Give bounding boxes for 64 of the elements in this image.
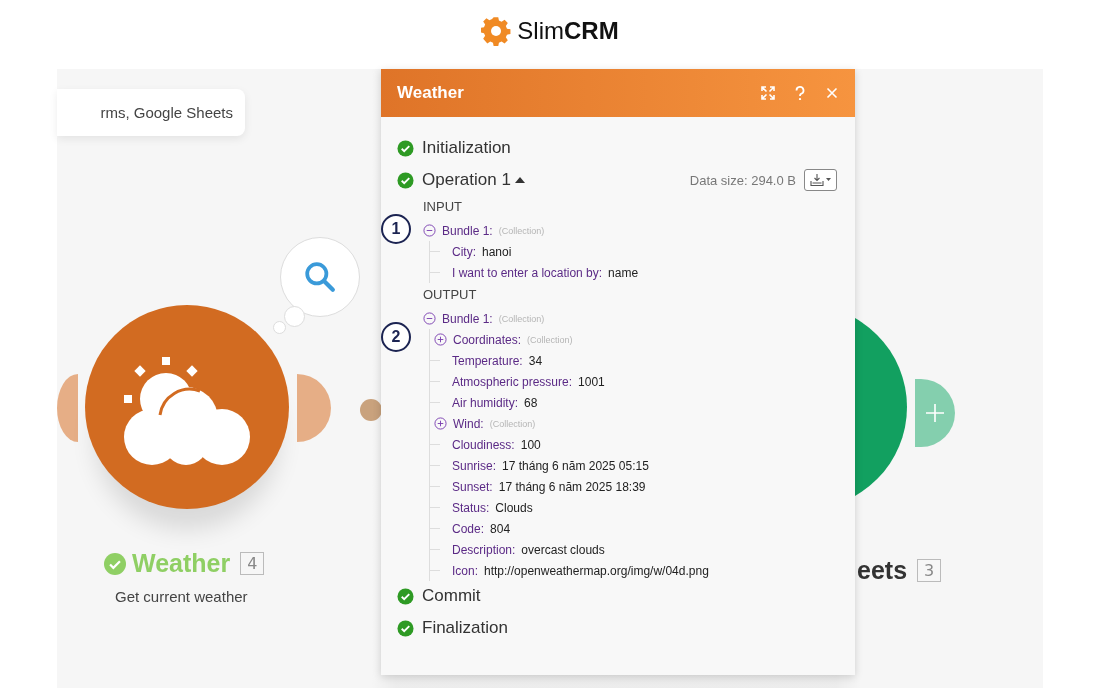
tree-key: Cloudiness: [452, 437, 515, 452]
tree-key: Bundle 1: [442, 311, 493, 326]
module-count: 3 [917, 559, 942, 582]
plus-icon [925, 403, 945, 423]
stage-label: Commit [422, 586, 481, 606]
expand-node-icon[interactable] [434, 333, 447, 346]
stage-label[interactable]: Operation 1 [422, 170, 511, 190]
tree-value: 100 [520, 437, 541, 452]
module-name: Weather [132, 549, 231, 578]
tree-key: Temperature: [452, 353, 523, 368]
connector-dot [360, 399, 382, 421]
tree-value: 17 tháng 6 năm 2025 18:39 [498, 479, 646, 494]
tree-key: Sunset: [452, 479, 493, 494]
tree-value: hanoi [482, 244, 512, 259]
expand-node-icon[interactable] [434, 417, 447, 430]
module-subtitle: Get current weather [115, 588, 248, 605]
logo-text: SlimCRM [517, 16, 619, 45]
type-label: (Collection) [498, 313, 545, 324]
tree-value: 68 [524, 395, 538, 410]
download-button[interactable] [804, 169, 837, 191]
download-icon [809, 173, 832, 187]
tree-value: overcast clouds [521, 542, 605, 557]
collapse-icon[interactable] [423, 312, 436, 325]
tree-key: City: [452, 244, 476, 259]
module-count: 4 [240, 552, 265, 575]
tree-key: Icon: [452, 563, 478, 578]
tree-key: Coordinates: [453, 332, 522, 347]
tree-key: Sunrise: [452, 458, 497, 473]
module-name: eets [857, 556, 908, 585]
data-size-label: Data size: 294.0 B [689, 172, 796, 188]
tree-value: name [608, 265, 639, 280]
tree-value: Clouds [495, 500, 533, 515]
tree-key: Wind: [453, 416, 484, 431]
tree-value: 34 [528, 353, 543, 368]
gear-icon [481, 15, 512, 46]
search-icon [304, 261, 336, 293]
tree-key: Atmospheric pressure: [452, 374, 573, 389]
tree-key: Air humidity: [452, 395, 519, 410]
collapse-icon[interactable] [423, 224, 436, 237]
tree-value: 17 tháng 6 năm 2025 05:15 [502, 458, 649, 473]
callout-number: 2 [381, 322, 411, 352]
tree-key: Code: [452, 521, 485, 536]
tree-key: Description: [452, 542, 516, 557]
tree-value: 1001 [578, 374, 605, 389]
panel-title: Weather [397, 83, 464, 103]
stage-label: Initialization [422, 138, 511, 158]
help-icon[interactable] [793, 86, 807, 100]
type-label: (Collection) [489, 418, 536, 429]
expand-icon[interactable] [761, 86, 775, 100]
tree-key: Bundle 1: [442, 223, 493, 238]
tree-value: 804 [490, 521, 511, 536]
callout-number: 1 [381, 214, 411, 244]
close-icon[interactable] [825, 86, 839, 100]
tree-value: http://openweathermap.org/img/w/04d.png [484, 563, 709, 578]
tooltip: rms, Google Sheets [57, 89, 245, 136]
type-label: (Collection) [527, 334, 573, 345]
tree-key: Status: [452, 500, 490, 515]
stage-label: Finalization [422, 618, 508, 638]
type-label: (Collection) [498, 225, 545, 236]
caret-icon[interactable] [514, 177, 525, 183]
section-heading: INPUT [423, 198, 463, 216]
sun-cloud-icon [122, 357, 252, 467]
tree-key: I want to enter a location by: [452, 265, 603, 280]
section-heading: OUTPUT [423, 286, 478, 304]
